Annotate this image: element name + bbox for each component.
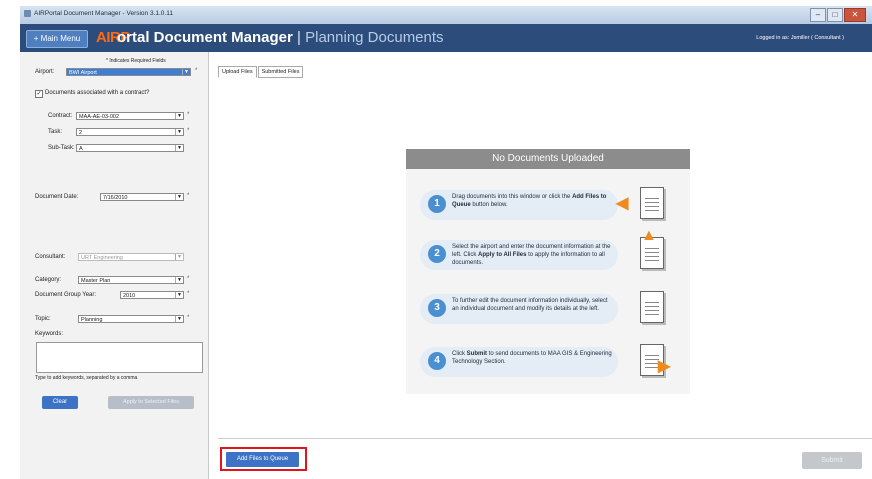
document-date-picker[interactable]: 7/16/2010 ▼ bbox=[100, 193, 184, 201]
step-text-part: To further edit the document information… bbox=[452, 298, 608, 312]
required-note: * Indicates Required Fields bbox=[106, 58, 166, 64]
step-number: 4 bbox=[428, 352, 446, 370]
airport-label: Airport: bbox=[35, 69, 55, 75]
document-date-value: 7/16/2010 bbox=[103, 195, 128, 201]
close-icon[interactable]: ✕ bbox=[844, 8, 866, 22]
step-text: Click Submit to send documents to MAA GI… bbox=[452, 350, 612, 366]
required-mark: * bbox=[195, 68, 198, 74]
keywords-label: Keywords: bbox=[35, 331, 64, 337]
document-info-panel: * Indicates Required Fields Airport: BWI… bbox=[20, 52, 209, 479]
step-1: 1 Drag documents into this window or cli… bbox=[416, 187, 686, 223]
step-text-part: Click bbox=[452, 351, 467, 357]
consultant-label: Consultant: bbox=[35, 254, 66, 260]
app-icon bbox=[24, 10, 31, 17]
subtask-select[interactable]: A ▼ bbox=[76, 144, 184, 152]
topic-value: Planning bbox=[81, 317, 103, 323]
keywords-input[interactable] bbox=[36, 342, 203, 373]
apply-to-selected-button[interactable]: Apply to Selected Files bbox=[108, 396, 194, 409]
step-number: 3 bbox=[428, 299, 446, 317]
chevron-down-icon: ▼ bbox=[175, 129, 183, 135]
submit-button[interactable]: Submit bbox=[802, 452, 862, 469]
step-number: 2 bbox=[428, 245, 446, 263]
chevron-down-icon: ▼ bbox=[182, 69, 190, 75]
contract-checkbox-label: Documents associated with a contract? bbox=[45, 90, 150, 96]
contract-checkbox[interactable]: ✓ bbox=[35, 90, 43, 98]
required-mark: * bbox=[187, 128, 190, 134]
group-year-value: 2010 bbox=[123, 293, 136, 299]
airport-value: BWI Airport bbox=[69, 70, 97, 76]
arrow-right-icon: ▶ bbox=[658, 358, 671, 375]
topic-select[interactable]: Planning ▼ bbox=[78, 315, 184, 323]
bottom-divider bbox=[218, 438, 872, 439]
step-text-bold: Submit bbox=[466, 351, 488, 357]
category-label: Category: bbox=[35, 277, 62, 283]
app-header: + Main Menu AIRP ortal Document Manager … bbox=[20, 24, 872, 52]
main-menu-button[interactable]: + Main Menu bbox=[26, 30, 88, 48]
chevron-down-icon: ▼ bbox=[175, 145, 183, 151]
contract-select[interactable]: MAA-AE-03-002 ▼ bbox=[76, 112, 184, 120]
chevron-down-icon: ▼ bbox=[175, 277, 183, 283]
airport-select[interactable]: BWI Airport ▼ bbox=[66, 68, 191, 76]
window-title: AIRPortal Document Manager - Version 3.1… bbox=[34, 10, 173, 17]
required-mark: * bbox=[187, 276, 190, 282]
main-menu-label: Main Menu bbox=[40, 34, 81, 43]
card-title: No Documents Uploaded bbox=[406, 149, 690, 169]
keywords-hint: Type to add keywords, separated by a com… bbox=[35, 375, 138, 381]
chevron-down-icon: ▼ bbox=[175, 113, 183, 119]
clear-button[interactable]: Clear bbox=[42, 396, 78, 409]
required-mark: * bbox=[187, 315, 190, 321]
minimize-icon[interactable]: – bbox=[810, 8, 826, 22]
logged-in-status: Logged in as: Jsmiller ( Consultant ) bbox=[756, 35, 844, 41]
tab-upload-files[interactable]: Upload Files bbox=[218, 66, 257, 78]
arrow-up-icon: ▲ bbox=[641, 227, 657, 244]
subtask-label: Sub-Task: bbox=[48, 145, 75, 151]
document-stack-icon bbox=[640, 291, 664, 323]
document-date-label: Document Date: bbox=[35, 194, 79, 200]
title-separator: | bbox=[297, 29, 301, 46]
app-title: ortal Document Manager | Planning Docume… bbox=[117, 29, 444, 46]
step-text-part: button below. bbox=[470, 202, 508, 208]
document-icon bbox=[640, 187, 664, 219]
required-mark: * bbox=[187, 193, 190, 199]
consultant-select: URT Engineering ▼ bbox=[78, 253, 184, 261]
no-documents-card: No Documents Uploaded 1 Drag documents i… bbox=[406, 149, 690, 394]
category-value: Master Plan bbox=[81, 278, 111, 284]
task-label: Task: bbox=[48, 129, 63, 135]
contract-value: MAA-AE-03-002 bbox=[79, 114, 120, 120]
step-text: Select the airport and enter the documen… bbox=[452, 243, 612, 267]
consultant-value: URT Engineering bbox=[81, 255, 123, 261]
chevron-down-icon: ▼ bbox=[175, 316, 183, 322]
step-text-bold: Apply to All Files bbox=[478, 252, 527, 258]
calendar-icon: ▼ bbox=[175, 194, 183, 200]
task-select[interactable]: 2 ▼ bbox=[76, 128, 184, 136]
maximize-icon[interactable]: □ bbox=[827, 8, 843, 22]
group-year-label: Document Group Year: bbox=[35, 292, 97, 298]
step-number: 1 bbox=[428, 195, 446, 213]
step-text: To further edit the document information… bbox=[452, 297, 612, 313]
step-4: 4 Click Submit to send documents to MAA … bbox=[416, 344, 686, 380]
contract-label: Contract: bbox=[48, 113, 73, 119]
category-select[interactable]: Master Plan ▼ bbox=[78, 276, 184, 284]
group-year-select[interactable]: 2010 ▼ bbox=[120, 291, 184, 299]
subtask-value: A bbox=[79, 146, 83, 152]
topic-label: Topic: bbox=[35, 316, 51, 322]
step-2: 2 Select the airport and enter the docum… bbox=[416, 227, 686, 273]
section-title: Planning Documents bbox=[305, 29, 444, 46]
step-text-part: Drag documents into this window or click… bbox=[452, 194, 573, 200]
highlight-box bbox=[220, 447, 307, 471]
required-mark: * bbox=[187, 291, 190, 297]
tab-submitted-files[interactable]: Submitted Files bbox=[257, 66, 304, 78]
chevron-down-icon: ▼ bbox=[175, 254, 183, 260]
required-mark: * bbox=[187, 112, 190, 118]
step-3: 3 To further edit the document informati… bbox=[416, 291, 686, 327]
file-tabs: Upload Files Submitted Files bbox=[218, 66, 304, 78]
window-titlebar: AIRPortal Document Manager - Version 3.1… bbox=[20, 6, 872, 25]
arrow-left-icon: ◀ bbox=[616, 195, 629, 212]
window-controls: – □ ✕ bbox=[810, 8, 866, 22]
task-value: 2 bbox=[79, 130, 83, 136]
step-text: Drag documents into this window or click… bbox=[452, 193, 612, 209]
chevron-down-icon: ▼ bbox=[175, 292, 183, 298]
app-title-text: ortal Document Manager bbox=[117, 29, 293, 46]
